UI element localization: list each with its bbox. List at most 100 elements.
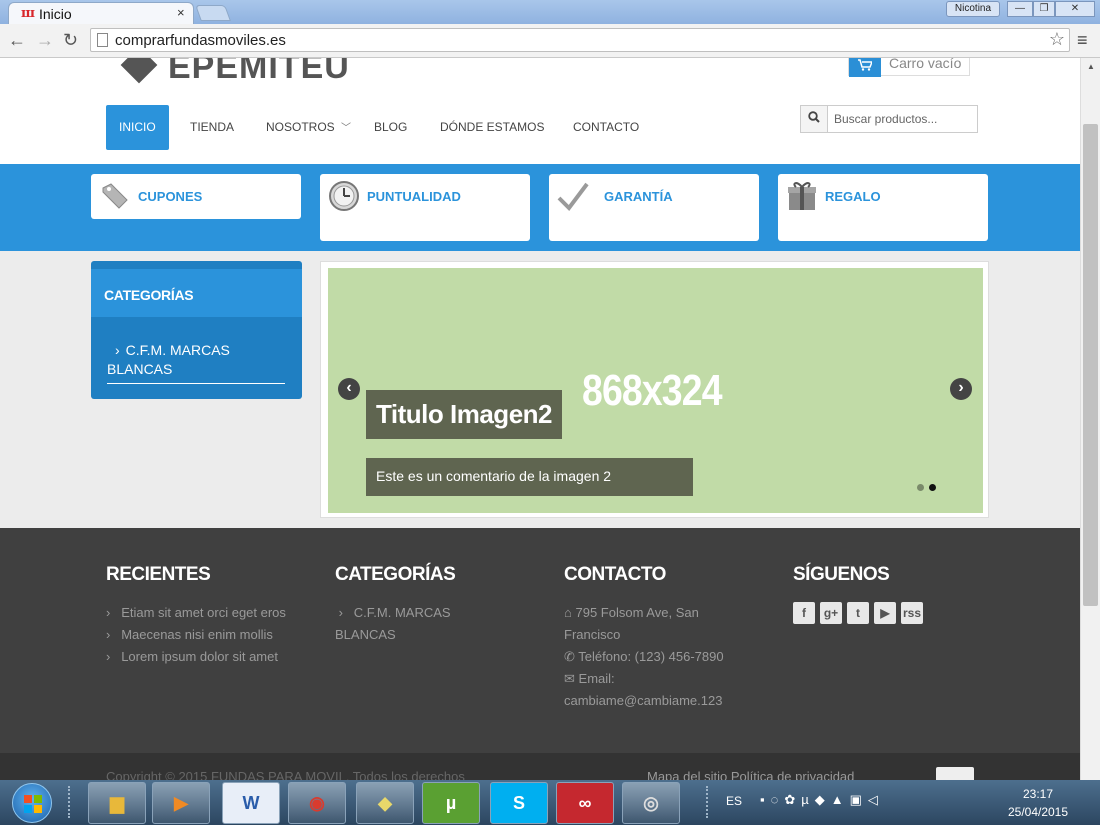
tab-title: Inicio: [39, 6, 72, 22]
reload-icon[interactable]: ↻: [63, 30, 78, 51]
browser-menu-icon[interactable]: ≡: [1077, 30, 1088, 51]
site-header: EPEMITEU Carro vacío INICIO TIENDA NOSOT…: [0, 58, 1080, 164]
slide-caption: Este es un comentario de la imagen 2: [366, 458, 693, 496]
window-close-icon[interactable]: ✕: [1055, 1, 1095, 17]
footer-email-link[interactable]: cambiame@cambiame.123: [564, 690, 744, 712]
sticky-notes-icon[interactable]: ◆: [356, 782, 414, 824]
system-tray-icons[interactable]: ▪◌✿µ◆▲▣◁: [760, 792, 884, 808]
placeholder-dimensions: 868x324: [582, 366, 723, 415]
slider-prev-button[interactable]: ‹: [338, 378, 360, 400]
footer-address: ⌂ 795 Folsom Ave, San Francisco: [564, 602, 744, 646]
categories-header: CATEGORÍAS: [91, 269, 302, 317]
footer-link-label: Lorem ipsum dolor sit amet: [121, 649, 278, 664]
slider-next-button[interactable]: ›: [950, 378, 972, 400]
browser-tab-inicio[interactable]: ш Inicio ×: [8, 2, 194, 24]
site-logo[interactable]: EPEMITEU: [168, 58, 350, 87]
youtube-icon[interactable]: ▶: [874, 602, 896, 624]
footer-phone: ✆ Teléfono: (123) 456-7890: [564, 646, 744, 668]
twitter-icon[interactable]: t: [847, 602, 869, 624]
address-bar[interactable]: comprarfundasmoviles.es ☆: [90, 28, 1070, 52]
footer-siguenos: SÍGUENOS f g+ t ▶ rss: [793, 564, 928, 624]
forward-arrow-icon[interactable]: →: [36, 30, 54, 51]
gift-icon: [788, 182, 816, 210]
footer-link[interactable]: › C.F.M. MARCAS BLANCAS: [335, 602, 485, 646]
nav-contacto[interactable]: CONTACTO: [573, 105, 639, 150]
word-icon[interactable]: W: [222, 782, 280, 824]
chevron-down-icon: ﹀: [341, 123, 352, 134]
facebook-icon[interactable]: f: [793, 602, 815, 624]
rss-icon[interactable]: rss: [901, 602, 923, 624]
language-indicator[interactable]: ES: [726, 794, 742, 808]
footer-link[interactable]: › Lorem ipsum dolor sit amet: [106, 646, 286, 668]
search-input[interactable]: [829, 106, 977, 132]
taskbar-clock[interactable]: 23:17 25/04/2015: [1000, 785, 1076, 821]
restore-icon[interactable]: ❐: [1033, 1, 1055, 17]
taskbar-grip: [706, 786, 710, 818]
checkmark-icon: [557, 182, 589, 212]
back-arrow-icon[interactable]: ←: [8, 30, 26, 51]
nav-tienda[interactable]: TIENDA: [190, 105, 234, 150]
search-icon[interactable]: [801, 106, 828, 132]
footer-heading: RECIENTES: [106, 564, 211, 585]
windows-logo-icon: [24, 795, 42, 813]
feature-garantia[interactable]: GARANTÍA: [549, 174, 759, 241]
copyright-text: Copyright © 2015 FUNDAS PARA MOVIL. Todo…: [106, 769, 465, 780]
feature-label: CUPONES: [138, 189, 203, 204]
clock-time: 23:17: [1022, 787, 1054, 801]
categories-sidebar: CATEGORÍAS › C.F.M. MARCAS BLANCAS: [91, 261, 302, 399]
nav-blog[interactable]: BLOG: [374, 105, 407, 150]
utorrent-icon[interactable]: µ: [422, 782, 480, 824]
windows-taskbar: ▆ ▶ W ◉ ◆ µ S ∞ ◎ ES ▪◌✿µ◆▲▣◁ 23:17 25/0…: [0, 780, 1100, 825]
feature-regalo[interactable]: REGALO: [778, 174, 988, 241]
new-tab-button[interactable]: [195, 5, 231, 21]
slide-image[interactable]: 868x324 Titulo Imagen2 Este es un coment…: [328, 268, 983, 513]
envelope-icon: ✉: [564, 671, 575, 686]
taskbar-grip: [68, 786, 72, 818]
tab-close-icon[interactable]: ×: [177, 5, 185, 20]
bookmark-star-icon[interactable]: ☆: [1049, 29, 1065, 50]
phone-text: Teléfono: (123) 456-7890: [578, 649, 724, 664]
image-slider: 868x324 Titulo Imagen2 Este es un coment…: [320, 261, 989, 518]
slider-dot-1[interactable]: [917, 484, 924, 491]
chevron-right-icon: ›: [115, 342, 120, 358]
home-icon: ⌂: [564, 605, 572, 620]
back-to-top-button[interactable]: [936, 767, 974, 780]
footer-link[interactable]: › Maecenas nisi enim mollis: [106, 624, 286, 646]
scroll-up-icon[interactable]: ▲: [1087, 62, 1095, 71]
nav-donde-estamos[interactable]: DÓNDE ESTAMOS: [440, 105, 544, 150]
footer-link[interactable]: › Etiam sit amet orci eget eros: [106, 602, 286, 624]
feature-puntualidad[interactable]: PUNTUALIDAD: [320, 174, 530, 241]
google-plus-icon[interactable]: g+: [820, 602, 842, 624]
social-icons: f g+ t ▶ rss: [793, 602, 928, 624]
clock-icon: [329, 181, 359, 211]
cart-button[interactable]: Carro vacío: [848, 58, 970, 77]
cart-icon: [849, 58, 881, 77]
slider-dot-2[interactable]: [929, 484, 936, 491]
media-player-icon[interactable]: ▶: [152, 782, 210, 824]
scroll-thumb[interactable]: [1083, 124, 1098, 606]
camera-icon[interactable]: ◎: [622, 782, 680, 824]
nav-nosotros[interactable]: NOSOTROS ﹀: [266, 105, 351, 150]
features-band: CUPONES PUNTUALIDAD GARANTÍA REGALO: [0, 164, 1080, 251]
web-page: EPEMITEU Carro vacío INICIO TIENDA NOSOT…: [0, 58, 1080, 780]
chevron-right-icon: ›: [106, 627, 111, 642]
footer-categorias: CATEGORÍAS › C.F.M. MARCAS BLANCAS: [335, 564, 485, 646]
category-label: C.F.M. MARCAS BLANCAS: [107, 342, 230, 377]
start-button[interactable]: [12, 783, 52, 823]
page-icon: [97, 33, 108, 47]
skype-icon[interactable]: S: [490, 782, 548, 824]
sidebar-category-item[interactable]: › C.F.M. MARCAS BLANCAS: [107, 341, 285, 384]
profile-badge[interactable]: Nicotina: [946, 1, 1000, 17]
tag-icon: [102, 183, 128, 209]
cart-label: Carro vacío: [889, 58, 962, 71]
page-scrollbar[interactable]: ▲: [1080, 58, 1100, 780]
creative-cloud-icon[interactable]: ∞: [556, 782, 614, 824]
file-explorer-icon[interactable]: ▆: [88, 782, 146, 824]
minimize-icon[interactable]: —: [1007, 1, 1033, 17]
browser-toolbar: ← → ↻ comprarfundasmoviles.es ☆ ≡: [0, 24, 1100, 58]
nav-inicio[interactable]: INICIO: [106, 105, 169, 150]
chrome-icon[interactable]: ◉: [288, 782, 346, 824]
footer-legal-links[interactable]: Mapa del sitio Política de privacidad: [647, 769, 854, 780]
feature-cupones[interactable]: CUPONES: [91, 174, 301, 219]
feature-label: REGALO: [825, 189, 881, 204]
